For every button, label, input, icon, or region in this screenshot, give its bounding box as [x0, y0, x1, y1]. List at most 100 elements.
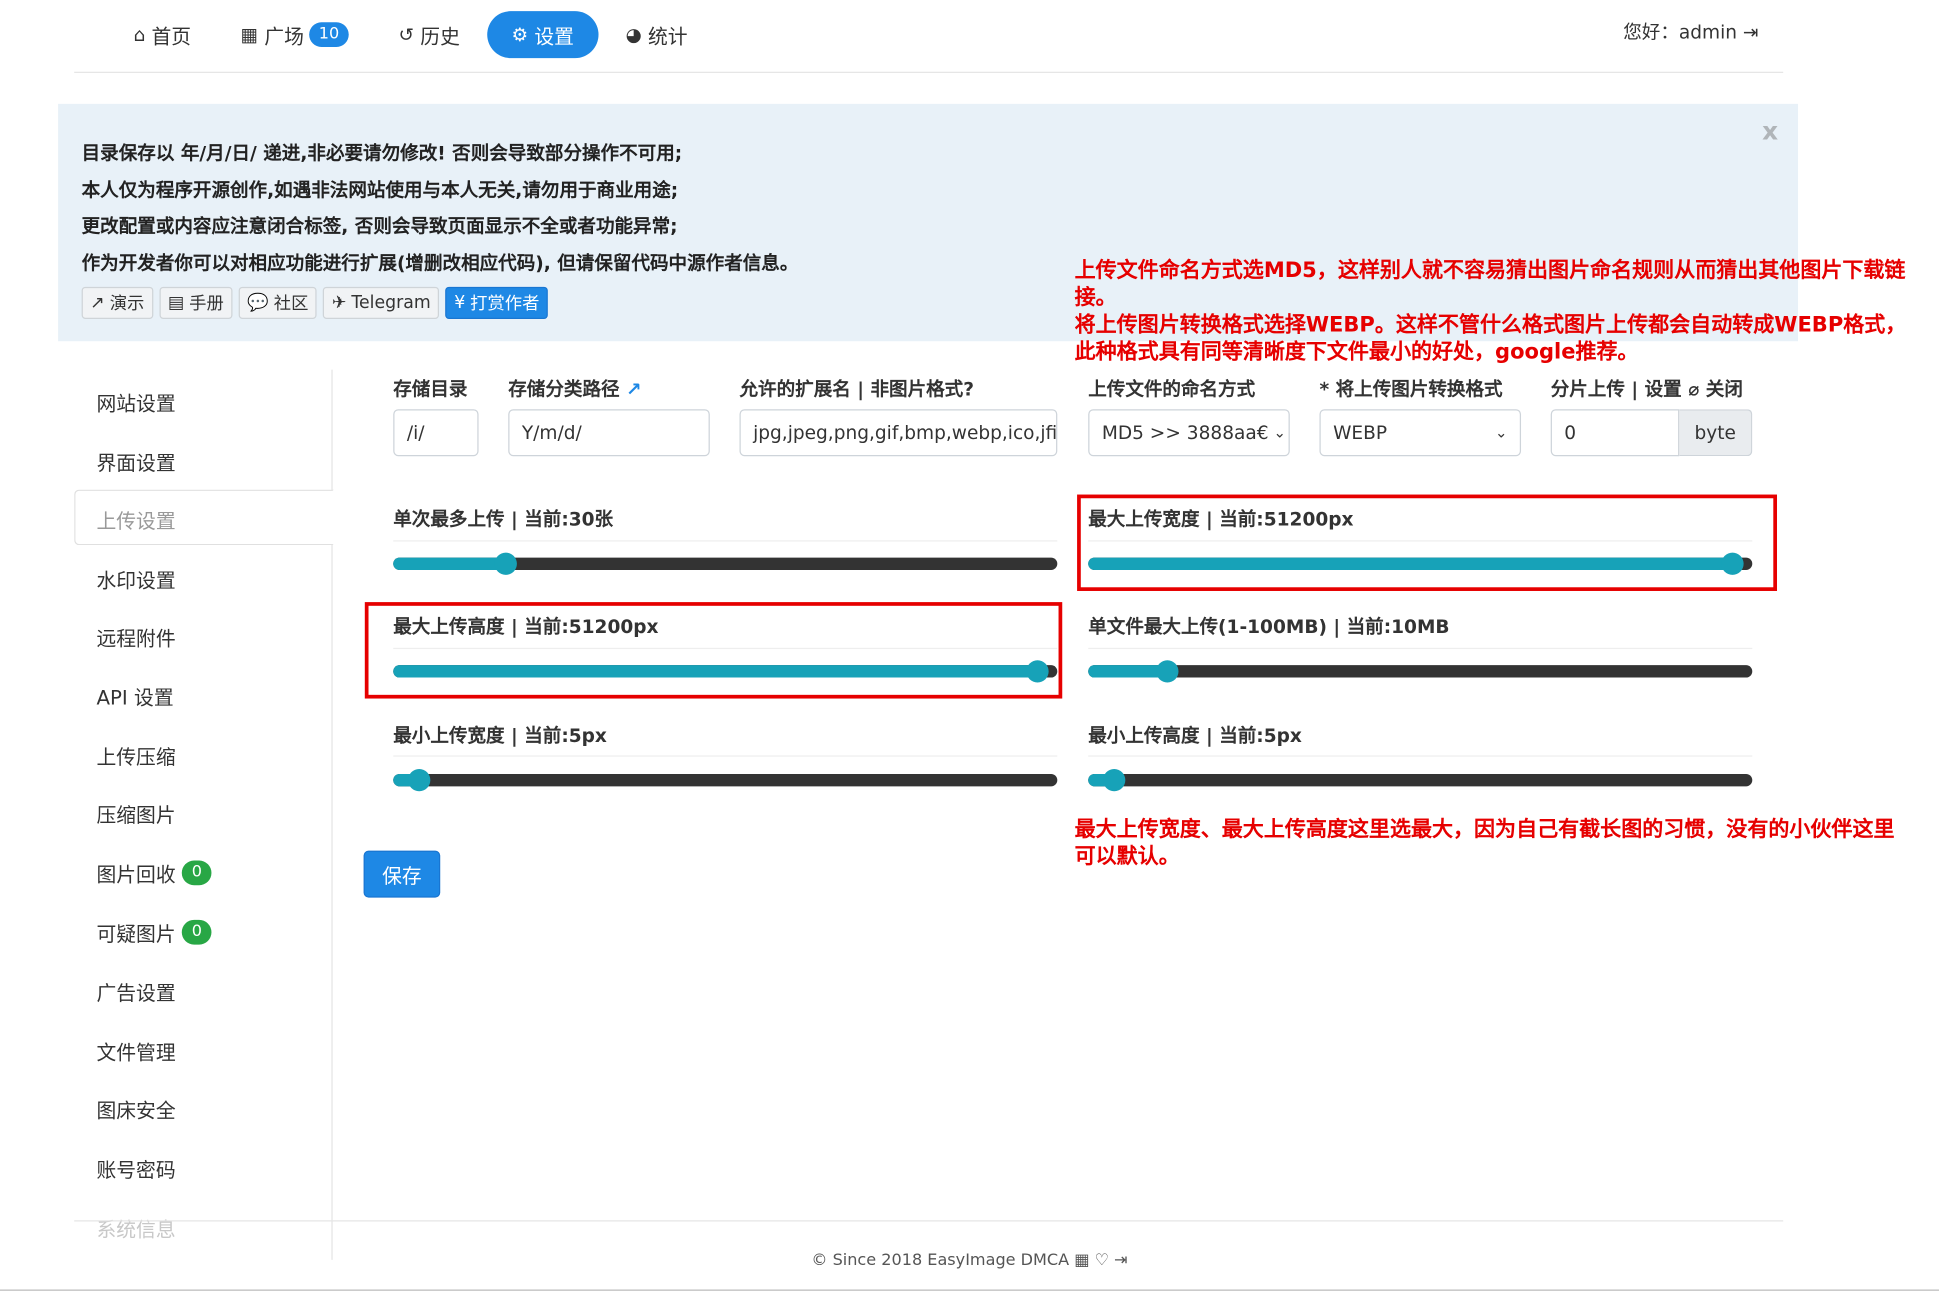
sidebar-item-upload[interactable]: 上传设置 [96, 504, 175, 534]
slider-fill [393, 557, 506, 570]
telegram-button-label: Telegram [351, 293, 431, 313]
settings-sidebar: 网站设置 界面设置 上传设置 水印设置 远程附件 API 设置 上传压缩 压缩图… [74, 369, 334, 1260]
chevron-down-icon: ⌄ [1273, 424, 1286, 442]
divider [1088, 647, 1753, 650]
notice-line: 本人仅为程序开源创作,如遇非法网站使用与本人无关,请勿用于商业用途; [81, 179, 679, 202]
history-icon: ↺ [398, 23, 415, 46]
storage-dir-label: 存储目录 [393, 378, 468, 401]
min-width-slider[interactable] [393, 769, 1058, 792]
sidebar-item-ads[interactable]: 广告设置 [96, 977, 175, 1007]
sign-out-icon[interactable]: ⇥ [1114, 1251, 1127, 1270]
divider [1088, 755, 1753, 757]
sidebar-item-site[interactable]: 网站设置 [96, 387, 175, 417]
annotation-line: 将上传图片转换格式选择WEBP。这样不管什么格式图片上传都会自动转成WEBP格式… [1074, 312, 1907, 338]
sidebar-item-label: 图片回收 [96, 862, 176, 887]
max-count-slider[interactable] [393, 552, 1058, 575]
extensions-input[interactable]: jpg,jpeg,png,gif,bmp,webp,ico,jfif,t [739, 409, 1058, 457]
sidebar-item-compress-upload[interactable]: 上传压缩 [96, 741, 175, 771]
sidebar-item-ui[interactable]: 界面设置 [96, 446, 175, 476]
max-size-label: 单文件最大上传(1-100MB) | 当前:10MB [1088, 615, 1450, 638]
naming-select[interactable]: MD5 >> 3888aa€ ⌄ [1088, 409, 1290, 457]
nav-square-badge: 10 [308, 22, 350, 47]
community-button-label: 社区 [273, 294, 309, 315]
storage-dir-input[interactable]: /i/ [393, 409, 479, 457]
storage-path-label: 存储分类路径 ↗ [508, 376, 641, 402]
external-link-icon: ↗ [90, 293, 105, 313]
lightbulb-icon[interactable]: ♡ [1095, 1251, 1109, 1270]
annotation-note: 最大上传宽度、最大上传高度这里选最大，因为自己有截长图的习惯，没有的小伙伴这里 … [1075, 816, 1895, 870]
grid-icon: ▦ [240, 23, 259, 46]
annotation-box-max-width [1077, 494, 1778, 591]
annotation-note: 上传文件命名方式选MD5，这样别人就不容易猜出图片命名规则从而猜出其他图片下载链… [1075, 257, 1907, 366]
page: ⌂ 首页 ▦ 广场 10 ↺ 历史 ⚙ 设置 ◕ 统计 您好：admin ⇥ 目… [0, 0, 1939, 1292]
nav-stats-label: 统计 [647, 24, 688, 49]
footer-divider [74, 1220, 1784, 1222]
extensions-label: 允许的扩展名 | 非图片格式? [739, 378, 975, 401]
sidebar-item-remote[interactable]: 远程附件 [96, 622, 175, 652]
sidebar-item-suspicious[interactable]: 可疑图片 0 [96, 917, 212, 947]
header-divider [74, 71, 1784, 73]
nav-stats[interactable]: ◕ 统计 [603, 11, 709, 58]
sidebar-item-security[interactable]: 图床安全 [96, 1094, 175, 1124]
slider-thumb[interactable] [1156, 660, 1179, 683]
nav-home[interactable]: ⌂ 首页 [111, 11, 213, 58]
nav-home-label: 首页 [151, 24, 192, 49]
annotation-box-max-height [364, 602, 1063, 699]
save-button[interactable]: 保存 [363, 850, 441, 898]
annotation-line: 可以默认。 [1074, 844, 1180, 870]
naming-label: 上传文件的命名方式 [1088, 378, 1256, 401]
manual-button[interactable]: ▤ 手册 [159, 286, 233, 319]
home-icon: ⌂ [133, 23, 146, 46]
annotation-line: 最大上传宽度、最大上传高度这里选最大，因为自己有截长图的习惯，没有的小伙伴这里 [1074, 817, 1895, 842]
manual-button-label: 手册 [189, 294, 224, 315]
sidebar-item-system[interactable]: 系统信息 [96, 1213, 175, 1243]
telegram-button[interactable]: ✈ Telegram [323, 286, 440, 319]
sidebar-item-label: 可疑图片 [96, 922, 176, 946]
chunk-input[interactable]: 0 [1550, 409, 1680, 457]
close-icon[interactable]: x [1762, 116, 1778, 146]
sidebar-item-watermark[interactable]: 水印设置 [96, 564, 175, 594]
divider [393, 540, 1058, 542]
convert-select[interactable]: WEBP ⌄ [1319, 409, 1522, 457]
external-link-icon[interactable]: ↗ [626, 378, 642, 400]
storage-path-input[interactable]: Y/m/d/ [508, 409, 710, 457]
sidebar-item-api[interactable]: API 设置 [96, 681, 173, 711]
donate-button[interactable]: ¥ 打赏作者 [445, 286, 549, 319]
min-height-slider[interactable] [1088, 769, 1753, 792]
qrcode-icon[interactable]: ▦ [1074, 1251, 1089, 1270]
donate-button-label: 打赏作者 [470, 294, 540, 315]
community-button[interactable]: 💬 社区 [238, 286, 318, 319]
annotation-line: 上传文件命名方式选MD5，这样别人就不容易猜出图片命名规则从而猜出其他图片下载链 [1074, 258, 1906, 284]
sign-out-icon[interactable]: ⇥ [1743, 21, 1759, 43]
convert-select-value: WEBP [1333, 421, 1388, 444]
pie-chart-icon: ◕ [625, 23, 642, 46]
chunk-label: 分片上传 | 设置 ⌀ 关闭 [1550, 378, 1743, 401]
slider-thumb[interactable] [408, 769, 431, 792]
demo-button[interactable]: ↗ 演示 [81, 286, 154, 319]
sidebar-item-account[interactable]: 账号密码 [96, 1154, 175, 1184]
convert-label: * 将上传图片转换格式 [1319, 378, 1503, 401]
user-greeting: 您好：admin [1623, 21, 1737, 44]
slider-thumb[interactable] [494, 552, 517, 575]
gears-icon: ⚙ [511, 23, 529, 46]
nav-square[interactable]: ▦ 广场 10 [218, 11, 371, 58]
nav-settings-label: 设置 [534, 24, 574, 49]
min-height-label: 最小上传高度 | 当前:5px [1088, 724, 1302, 747]
notice-line: 目录保存以 年/月/日/ 递进,非必要请勿修改! 否则会导致部分操作不可用; [81, 142, 683, 165]
recycle-badge: 0 [181, 860, 212, 886]
sidebar-item-compress-images[interactable]: 压缩图片 [96, 799, 175, 829]
demo-button-label: 演示 [109, 294, 145, 315]
yen-icon: ¥ [454, 293, 466, 313]
user-menu[interactable]: 您好：admin ⇥ [1623, 19, 1758, 45]
sidebar-item-files[interactable]: 文件管理 [96, 1036, 175, 1066]
min-width-label: 最小上传宽度 | 当前:5px [393, 724, 607, 747]
slider-thumb[interactable] [1103, 769, 1126, 792]
max-size-slider[interactable] [1088, 660, 1753, 683]
nav-settings[interactable]: ⚙ 设置 [487, 11, 599, 59]
nav-history[interactable]: ↺ 历史 [376, 11, 482, 58]
nav-history-label: 历史 [420, 24, 460, 49]
chunk-unit: byte [1679, 409, 1753, 457]
book-icon: ▤ [167, 293, 185, 313]
annotation-line: 此种格式具有同等清晰度下文件最小的好处，google推荐。 [1074, 339, 1639, 365]
sidebar-item-recycle[interactable]: 图片回收 0 [96, 858, 212, 888]
